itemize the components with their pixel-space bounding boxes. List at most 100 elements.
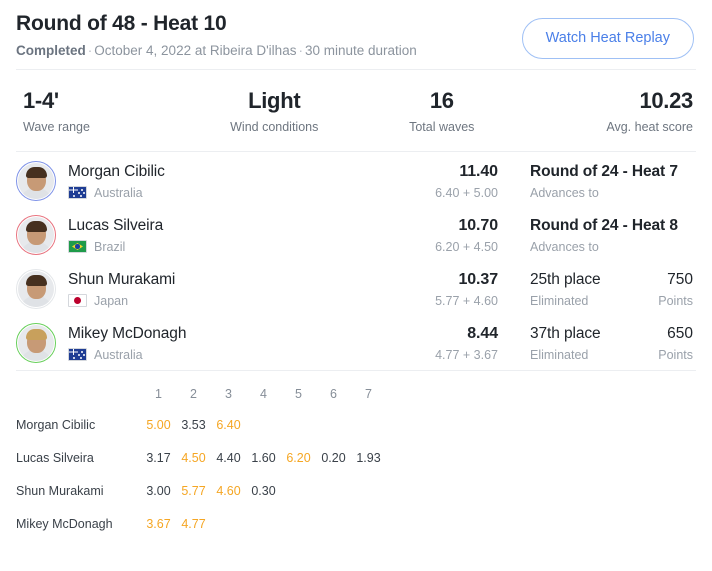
avatar-photo [18, 271, 54, 307]
wave-column-header: 2 [190, 387, 197, 401]
stat-avg-heat-score: 10.23 Avg. heat score [526, 86, 697, 135]
wave-column-header: 4 [260, 387, 267, 401]
heat-header: Round of 48 - Heat 10 Completed · October … [16, 0, 696, 69]
stat-label: Wind conditions [230, 120, 319, 134]
avatar [16, 323, 56, 363]
meta-separator-2: · [298, 43, 303, 58]
watch-heat-replay-button[interactable]: Watch Heat Replay [521, 18, 694, 59]
stat-value: 10.23 [639, 88, 693, 113]
wave-score-cell: 3.67 [146, 516, 171, 531]
wave-row-athlete: Mikey McDonagh [16, 516, 113, 531]
athlete-points-column: 650 Points [631, 324, 693, 363]
wave-score-cell: 4.60 [216, 483, 241, 498]
athlete-points: 650 [667, 324, 693, 342]
wave-column-header: 1 [155, 387, 162, 401]
wave-score-cell: 3.17 [146, 450, 171, 465]
athlete-identity: Mikey McDonagh Australia [68, 324, 328, 363]
athlete-name: Lucas Silveira [68, 216, 164, 234]
heat-meta: Completed · October 4, 2022 at Ribeira D'i… [16, 42, 417, 60]
athlete-result: Round of 24 - Heat 8 [530, 216, 678, 234]
athlete-score-breakdown: 5.77 + 4.60 [435, 293, 498, 308]
table-row: Mikey McDonagh 3.67 4.77 [16, 507, 696, 540]
athlete-score-breakdown: 6.40 + 5.00 [435, 185, 498, 200]
country-label: Australia [94, 347, 143, 362]
stat-value: 1-4' [23, 88, 59, 113]
wave-score-cell: 3.00 [146, 483, 171, 498]
athlete-result-sub: Advances to [530, 239, 599, 254]
athlete-row[interactable]: Shun Murakami Japan 10.37 5.77 + 4.60 25… [16, 262, 696, 316]
avatar [16, 269, 56, 309]
table-row: Morgan Cibilic 5.00 3.53 6.40 [16, 408, 696, 441]
athlete-list: Morgan Cibilic Australia 11.40 6.40 + 5.… [16, 152, 696, 370]
wave-score-cell: 1.93 [356, 450, 381, 465]
athlete-country: Australia [68, 347, 328, 363]
athlete-country: Brazil [68, 239, 328, 255]
stat-label: Wave range [23, 120, 90, 134]
stat-value: 16 [429, 88, 454, 113]
athlete-identity: Shun Murakami Japan [68, 270, 328, 309]
avatar [16, 215, 56, 255]
heat-date-location: October 4, 2022 at Ribeira D'ilhas [94, 43, 297, 58]
wave-column-header: 6 [330, 387, 337, 401]
wave-column-header: 7 [365, 387, 372, 401]
athlete-total-score: 10.37 [458, 270, 498, 288]
meta-separator-1: · [87, 43, 93, 58]
country-label: Australia [94, 185, 143, 200]
wave-score-cell: 3.53 [181, 417, 206, 432]
athlete-name: Shun Murakami [68, 270, 176, 288]
wave-column-header: 3 [225, 387, 232, 401]
wave-table-header: 1 2 3 4 5 6 7 [16, 380, 696, 408]
avatar-photo [18, 163, 54, 199]
stat-label: Avg. heat score [606, 120, 693, 134]
athlete-row[interactable]: Mikey McDonagh Australia 8.44 4.77 + 3.6… [16, 316, 696, 370]
wave-score-cell: 6.40 [216, 417, 241, 432]
athlete-row[interactable]: Morgan Cibilic Australia 11.40 6.40 + 5.… [16, 154, 696, 208]
athlete-name: Mikey McDonagh [68, 324, 187, 342]
wave-score-cell: 4.77 [181, 516, 206, 531]
athlete-country: Australia [68, 185, 328, 201]
wave-score-cell: 4.40 [216, 450, 241, 465]
athlete-score-breakdown: 6.20 + 4.50 [435, 239, 498, 254]
heat-result-page: Round of 48 - Heat 10 Completed · October … [0, 0, 712, 571]
wave-score-cell: 5.77 [181, 483, 206, 498]
athlete-name: Morgan Cibilic [68, 162, 165, 180]
wave-score-cell: 5.00 [146, 417, 171, 432]
stat-wind-conditions: Light Wind conditions [191, 86, 359, 135]
stat-value: Light [248, 88, 301, 113]
flag-icon-japan [68, 294, 87, 307]
table-row: Shun Murakami 3.00 5.77 4.60 0.30 [16, 474, 696, 507]
athlete-score-column: 8.44 4.77 + 3.67 [368, 324, 498, 363]
athlete-identity: Morgan Cibilic Australia [68, 162, 328, 201]
athlete-total-score: 8.44 [467, 324, 498, 342]
flag-icon-australia [68, 348, 87, 361]
wave-score-cell: 0.20 [321, 450, 346, 465]
avatar-photo [18, 325, 54, 361]
athlete-points-column [631, 234, 693, 237]
athlete-row[interactable]: Lucas Silveira Brazil 10.70 6.20 + 4.50 … [16, 208, 696, 262]
athlete-points-column: 750 Points [631, 270, 693, 309]
heat-header-text: Round of 48 - Heat 10 Completed · October … [16, 8, 417, 60]
heat-stats: 1-4' Wave range Light Wind conditions 16… [16, 70, 696, 151]
athlete-result: Round of 24 - Heat 7 [530, 162, 678, 180]
heat-duration: 30 minute duration [304, 43, 417, 58]
athlete-score-column: 11.40 6.40 + 5.00 [368, 162, 498, 201]
avatar-photo [18, 217, 54, 253]
avatar [16, 161, 56, 201]
status-badge: Completed [16, 43, 86, 58]
table-row: Lucas Silveira 3.17 4.50 4.40 1.60 6.20 … [16, 441, 696, 474]
country-label: Japan [94, 293, 129, 308]
athlete-score-breakdown: 4.77 + 3.67 [435, 347, 498, 362]
athlete-points-column [631, 180, 693, 183]
flag-icon-brazil [68, 240, 87, 253]
wave-score-cell: 4.50 [181, 450, 206, 465]
wave-score-table: 1 2 3 4 5 6 7 Morgan Cibilic 5.00 3.53 6… [16, 371, 696, 540]
athlete-points: 750 [667, 270, 693, 288]
athlete-total-score: 10.70 [458, 216, 498, 234]
wave-score-cell: 1.60 [251, 450, 276, 465]
stat-total-waves: 16 Total waves [358, 86, 526, 135]
wave-score-cell: 0.30 [251, 483, 276, 498]
athlete-score-column: 10.70 6.20 + 4.50 [368, 216, 498, 255]
athlete-identity: Lucas Silveira Brazil [68, 216, 328, 255]
wave-column-header: 5 [295, 387, 302, 401]
athlete-points-label: Points [658, 347, 693, 362]
